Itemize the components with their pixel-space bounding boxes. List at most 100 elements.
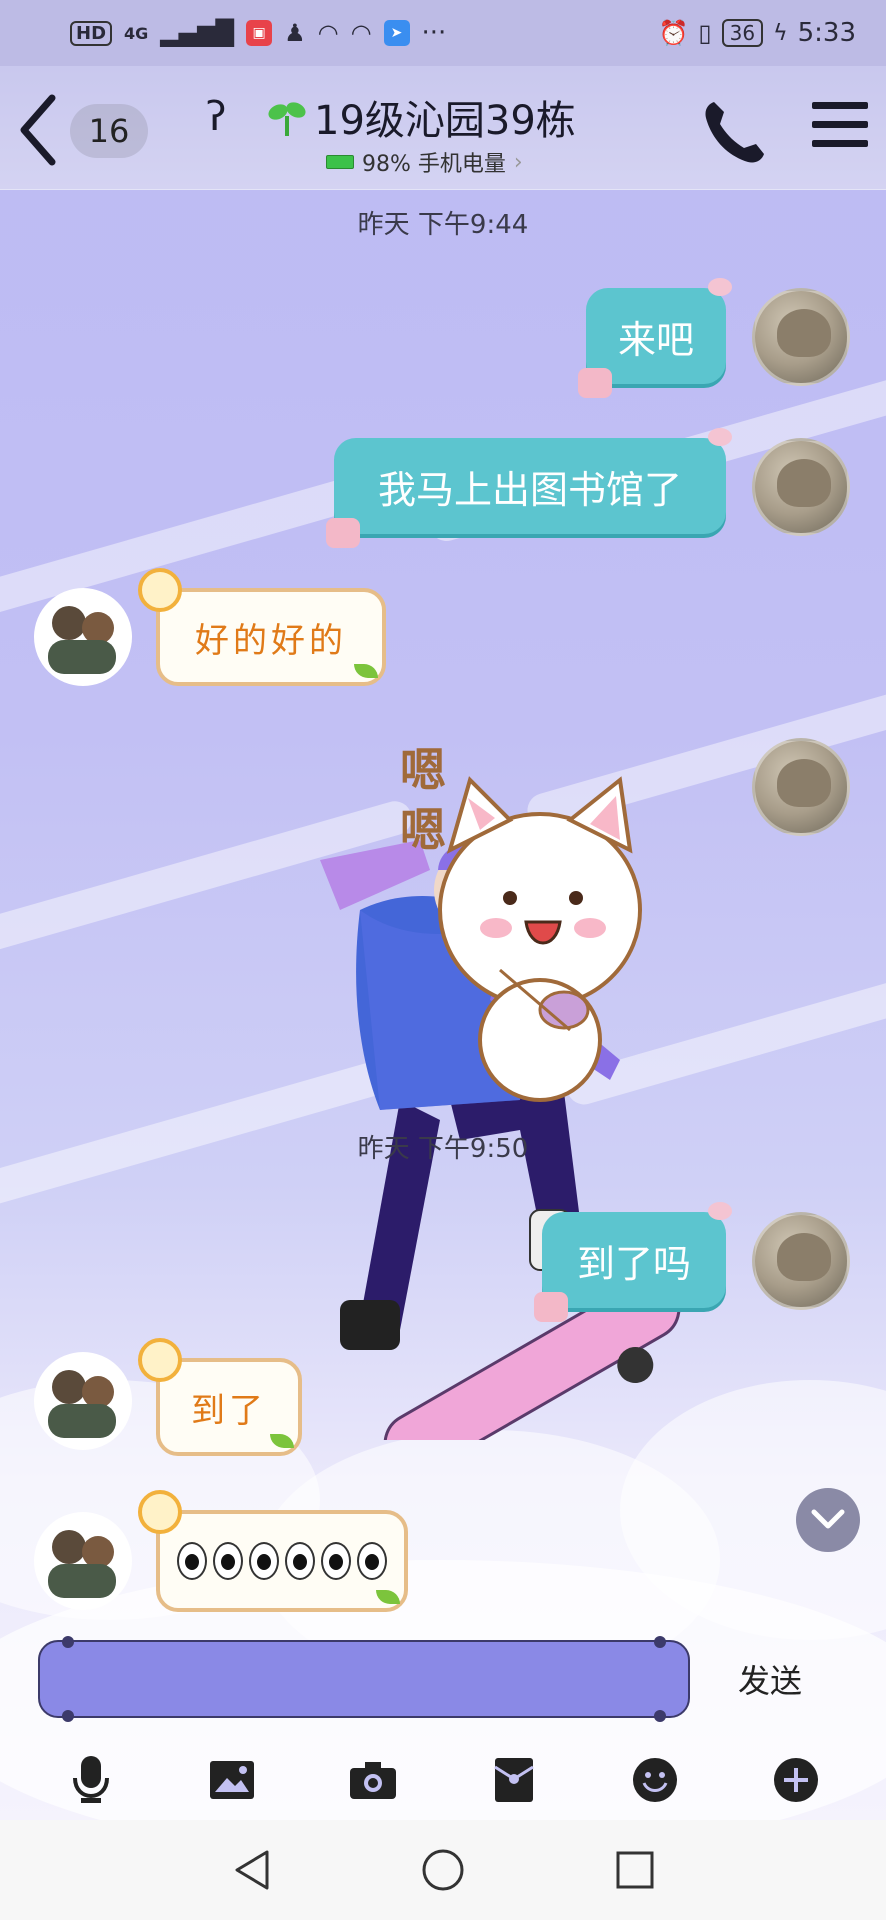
app-notification-icon: ▣ (246, 20, 273, 46)
input-corner-decoration (654, 1636, 666, 1648)
nav-recents-icon[interactable] (615, 1850, 655, 1890)
photo-button[interactable] (204, 1752, 260, 1808)
eyes-emoji-icon (321, 1542, 351, 1580)
avatar-figure (52, 1530, 86, 1564)
alarm-icon: ⏰ (658, 19, 689, 47)
message-bubble-incoming[interactable]: 好的好的 (138, 568, 386, 686)
avatar-figure (52, 1370, 86, 1404)
more-options-button[interactable] (768, 1752, 824, 1808)
avatar-figure (48, 1564, 116, 1598)
emoji-button[interactable] (627, 1752, 683, 1808)
eyes-emoji-icon (213, 1542, 243, 1580)
my-avatar[interactable] (752, 288, 850, 386)
menu-button[interactable] (812, 102, 868, 158)
signal-icon: ▂▄▆█ (160, 19, 235, 47)
leaf-decoration (270, 1434, 294, 1448)
camera-button[interactable] (345, 1752, 401, 1808)
menu-line (812, 121, 868, 128)
nav-back-icon[interactable] (231, 1848, 271, 1892)
message-text: 到了吗 (576, 1241, 691, 1286)
wifi-icon: ◠ (350, 19, 372, 47)
contact-avatar[interactable] (34, 1352, 132, 1450)
contact-avatar[interactable] (34, 588, 132, 686)
more-notifications: ··· (421, 18, 447, 48)
my-avatar[interactable] (752, 438, 850, 536)
input-corner-decoration (62, 1710, 74, 1722)
system-navigation-bar (0, 1820, 886, 1920)
sticker-message[interactable]: 嗯嗯 (320, 740, 700, 1479)
status-bar: HD 4G ▂▄▆█ ▣ ♟ ◠ ◠ ➤ ··· ⏰ ▯ 36 ϟ 5:33 (0, 0, 886, 66)
leaf-decoration (354, 664, 378, 678)
device-status: 98% 手机电量 › (326, 146, 523, 178)
vibrate-icon: ▯ (698, 19, 712, 47)
chevron-down-icon (811, 1509, 845, 1529)
wifi-icon: ◠ (317, 19, 339, 47)
eyes-emoji-icon (285, 1542, 315, 1580)
bubble-decoration (578, 368, 612, 398)
contact-avatar[interactable] (34, 1512, 132, 1610)
plus-icon (773, 1758, 818, 1802)
message-bubble-outgoing[interactable]: 我马上出图书馆了 (326, 428, 732, 548)
call-button[interactable] (700, 96, 770, 166)
message-text: 我马上出图书馆了 (377, 467, 682, 512)
back-button[interactable] (14, 90, 64, 170)
input-corner-decoration (654, 1710, 666, 1722)
emoji-sequence (177, 1542, 387, 1580)
hd-indicator: HD (70, 20, 113, 46)
message-text: 到了 (191, 1390, 267, 1431)
status-right: ⏰ ▯ 36 ϟ 5:33 (659, 18, 856, 48)
sun-decoration (138, 568, 182, 612)
earpiece-mode-icon[interactable]: ʔ (206, 94, 226, 140)
app-notification-icon: ➤ (383, 20, 410, 46)
message-bubble-incoming[interactable] (138, 1490, 408, 1612)
bubble-decoration (708, 428, 732, 446)
camera-icon (349, 1762, 396, 1799)
bubble-decoration (708, 1202, 732, 1220)
message-bubble-outgoing[interactable]: 来吧 (578, 278, 732, 398)
menu-line (812, 102, 868, 109)
status-left: HD 4G ▂▄▆█ ▣ ♟ ◠ ◠ ➤ ··· (70, 18, 446, 48)
clock: 5:33 (797, 18, 856, 48)
message-text: 来吧 (617, 317, 694, 362)
message-bubble-incoming[interactable]: 到了 (138, 1338, 302, 1456)
nav-home-icon[interactable] (421, 1848, 465, 1892)
sprout-icon (268, 102, 306, 136)
scroll-to-bottom-button[interactable] (796, 1488, 860, 1552)
chat-title: 19级沁园39栋 (314, 98, 576, 144)
microphone-icon (72, 1756, 109, 1803)
battery-level: 36 (721, 19, 764, 47)
bubble-decoration (326, 518, 360, 548)
charging-icon: ϟ (773, 20, 788, 46)
sun-decoration (138, 1338, 182, 1382)
qq-icon: ♟ (284, 19, 306, 47)
eyes-emoji-icon (357, 1542, 387, 1580)
sticker-caption: 嗯嗯 (400, 743, 446, 857)
message-timestamp: 昨天 下午9:44 (357, 210, 529, 240)
input-corner-decoration (62, 1636, 74, 1648)
voice-button[interactable] (63, 1752, 119, 1808)
bubble-decoration (708, 278, 732, 296)
chat-title-group[interactable]: 19级沁园39栋 (266, 88, 576, 146)
network-type: 4G (124, 23, 149, 43)
send-button[interactable]: 发送 (738, 1656, 802, 1702)
input-toolbar (0, 1740, 886, 1820)
red-packet-button[interactable] (486, 1752, 542, 1808)
my-avatar[interactable] (752, 738, 850, 836)
skateboarder-sticker-image (320, 776, 681, 1479)
unread-count-badge[interactable]: 16 (70, 104, 148, 158)
avatar-figure (52, 606, 86, 640)
avatar-figure (48, 640, 116, 674)
smiley-icon (632, 1758, 677, 1802)
phone-icon (705, 102, 764, 163)
message-input[interactable] (38, 1636, 690, 1722)
sun-decoration (138, 1490, 182, 1534)
eyes-emoji-icon (249, 1542, 279, 1580)
message-bubble-outgoing[interactable]: 到了吗 (534, 1202, 732, 1322)
avatar-figure (48, 1404, 116, 1438)
message-timestamp: 昨天 下午9:50 (357, 1134, 529, 1164)
my-avatar[interactable] (752, 1212, 850, 1310)
red-envelope-icon (493, 1758, 534, 1802)
chevron-left-icon (20, 94, 56, 166)
chat-header: 16 ʔ 19级沁园39栋 98% 手机电量 › (0, 66, 886, 190)
battery-icon (326, 155, 354, 169)
